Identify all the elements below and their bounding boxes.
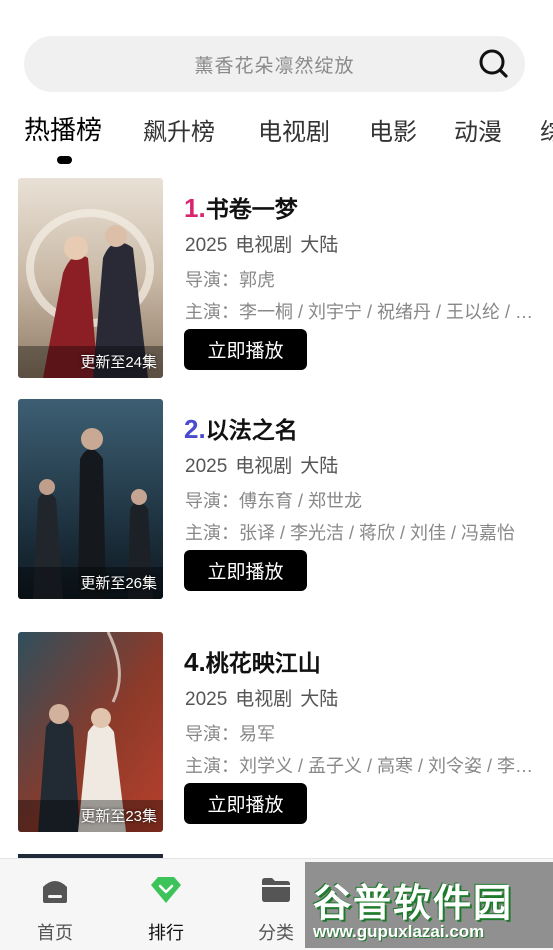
list-item[interactable]: 更新至23集 4.桃花映江山 2025 电视剧 大陆 导演：易军 主演：刘学义 / … <box>0 632 553 834</box>
title-text: 书卷一梦 <box>205 196 298 222</box>
poster-art <box>18 399 163 599</box>
region: 大陆 <box>300 689 339 710</box>
home-icon <box>43 881 67 903</box>
director: 导演：易军 <box>185 724 275 744</box>
genre: 电视剧 <box>235 456 293 477</box>
search-icon[interactable] <box>477 48 509 80</box>
nav-label: 首页 <box>37 923 73 943</box>
update-badge: 更新至24集 <box>80 354 157 371</box>
cast: 主演：张译 / 李光洁 / 蒋欣 / 刘佳 / 冯嘉怡 <box>185 523 516 543</box>
watermark: 谷普软件园 www.gupuxlazai.com <box>305 862 553 948</box>
title-text: 桃花映江山 <box>205 650 321 676</box>
year: 2025 <box>185 235 228 256</box>
rank-number: 1. <box>184 193 206 223</box>
watermark-title: 谷普软件园 <box>313 883 514 925</box>
tab-tv[interactable]: 电视剧 <box>258 112 330 147</box>
poster[interactable]: 更新至24集 <box>18 178 163 378</box>
region: 大陆 <box>300 456 339 477</box>
nav-label: 排行 <box>148 923 184 943</box>
play-now-button[interactable]: 立即播放 <box>184 783 307 824</box>
item-meta: 2025 电视剧 大陆 <box>185 230 346 257</box>
tab-variety[interactable]: 综 <box>540 112 553 147</box>
tab-hot[interactable]: 热播榜 <box>24 110 102 147</box>
rank-number: 4. <box>184 647 206 677</box>
year: 2025 <box>185 689 228 710</box>
update-badge: 更新至23集 <box>80 808 157 825</box>
active-tab-indicator <box>57 156 72 164</box>
list-item[interactable]: 更新至26集 2.以法之名 2025 电视剧 大陆 导演：傅东育 / 郑世龙 主演：… <box>0 399 553 601</box>
poster[interactable]: 更新至23集 <box>18 632 163 832</box>
tab-movie[interactable]: 电影 <box>369 112 417 147</box>
item-meta: 2025 电视剧 大陆 <box>185 451 346 478</box>
director: 导演：傅东育 / 郑世龙 <box>185 491 363 511</box>
item-title: 1.书卷一梦 <box>184 190 298 224</box>
item-title: 4.桃花映江山 <box>184 644 321 678</box>
ranking-diamond-icon <box>151 877 181 903</box>
poster-art <box>18 178 163 378</box>
title-text: 以法之名 <box>205 417 298 443</box>
category-tabs: 热播榜 飙升榜 电视剧 电影 动漫 综 <box>0 108 553 168</box>
watermark-url: www.gupuxlazai.com <box>313 922 485 941</box>
poster-art <box>18 632 163 832</box>
poster[interactable]: 更新至26集 <box>18 399 163 599</box>
list-item[interactable]: 更新至24集 1.书卷一梦 2025 电视剧 大陆 导演：郭虎 主演：李一桐 / 刘… <box>0 178 553 380</box>
search-placeholder: 薰香花朵凛然绽放 <box>194 55 355 77</box>
year: 2025 <box>185 456 228 477</box>
item-meta: 2025 电视剧 大陆 <box>185 684 346 711</box>
search-bar[interactable]: 薰香花朵凛然绽放 <box>24 36 525 92</box>
rank-number: 2. <box>184 414 206 444</box>
genre: 电视剧 <box>235 235 293 256</box>
play-now-button[interactable]: 立即播放 <box>184 550 307 591</box>
cast: 主演：李一桐 / 刘宇宁 / 祝绪丹 / 王以纶 / 孟子义 <box>185 302 535 322</box>
cast: 主演：刘学义 / 孟子义 / 高寒 / 刘令姿 / 李泽锋 <box>185 756 535 776</box>
folder-icon <box>262 878 290 902</box>
item-title: 2.以法之名 <box>184 411 298 445</box>
tab-rising[interactable]: 飙升榜 <box>143 112 215 147</box>
genre: 电视剧 <box>235 689 293 710</box>
play-now-button[interactable]: 立即播放 <box>184 329 307 370</box>
director: 导演：郭虎 <box>185 270 275 290</box>
nav-ranking[interactable]: 排行 <box>121 859 211 950</box>
nav-home[interactable]: 首页 <box>10 859 100 950</box>
update-badge: 更新至26集 <box>80 575 157 592</box>
tab-anime[interactable]: 动漫 <box>454 112 502 147</box>
region: 大陆 <box>300 235 339 256</box>
